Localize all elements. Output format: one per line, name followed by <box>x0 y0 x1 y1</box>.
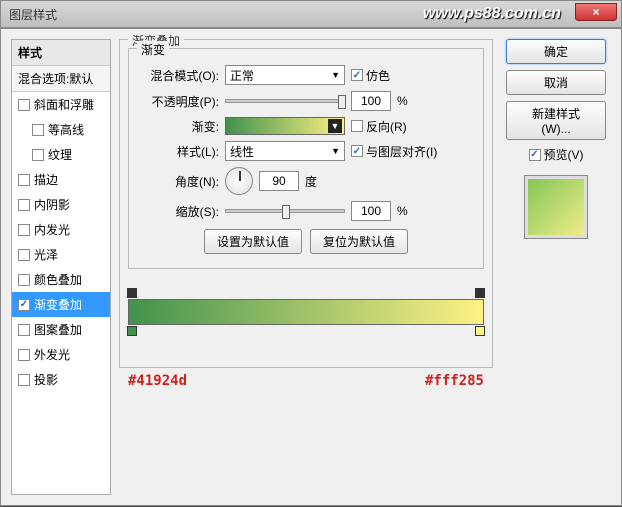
style-item[interactable]: 内阴影 <box>12 192 110 217</box>
dialog-body: 样式 混合选项:默认 斜面和浮雕等高线纹理描边内阴影内发光光泽颜色叠加渐变叠加图… <box>0 28 622 506</box>
align-label: 与图层对齐(I) <box>366 143 437 160</box>
style-item-label: 斜面和浮雕 <box>34 96 94 113</box>
opacity-stop-right[interactable] <box>475 288 485 298</box>
style-item[interactable]: 颜色叠加 <box>12 267 110 292</box>
style-item-label: 内阴影 <box>34 196 70 213</box>
checkbox-icon <box>18 349 30 361</box>
angle-dial[interactable] <box>225 167 253 195</box>
hex-left-label: #41924d <box>128 373 187 389</box>
checkbox-icon <box>18 299 30 311</box>
checkbox-icon <box>18 324 30 336</box>
gradient-overlay-group: 渐变叠加 渐变 混合模式(O): 正常 ▼ 仿色 不透明度(P): <box>119 39 493 368</box>
style-item-label: 外发光 <box>34 346 70 363</box>
gradient-label: 渐变: <box>139 118 219 135</box>
checkbox-icon <box>32 149 44 161</box>
checkbox-icon <box>351 145 363 157</box>
style-item-label: 描边 <box>34 171 58 188</box>
style-item[interactable]: 纹理 <box>12 142 110 167</box>
style-item-label: 纹理 <box>48 146 72 163</box>
gradient-picker[interactable]: ▼ <box>225 117 345 135</box>
dither-label: 仿色 <box>366 67 390 84</box>
checkbox-icon <box>32 124 44 136</box>
style-item[interactable]: 斜面和浮雕 <box>12 92 110 117</box>
scale-slider[interactable] <box>225 209 345 213</box>
ok-button[interactable]: 确定 <box>506 39 606 64</box>
close-button[interactable]: × <box>575 3 617 21</box>
style-item-label: 渐变叠加 <box>34 296 82 313</box>
gradient-bar[interactable] <box>128 299 484 325</box>
preview-swatch <box>524 175 588 239</box>
chevron-down-icon: ▼ <box>328 119 342 133</box>
style-select[interactable]: 线性 ▼ <box>225 141 345 161</box>
center-panel: 渐变叠加 渐变 混合模式(O): 正常 ▼ 仿色 不透明度(P): <box>119 39 493 495</box>
angle-input[interactable]: 90 <box>259 171 299 191</box>
titlebar: 图层样式 www.ps88.com.cn × <box>0 0 622 28</box>
style-item[interactable]: 投影 <box>12 367 110 392</box>
checkbox-icon <box>18 99 30 111</box>
close-icon: × <box>592 5 599 19</box>
checkbox-icon <box>529 149 541 161</box>
dither-checkbox[interactable]: 仿色 <box>351 67 390 84</box>
pct-label: % <box>397 94 408 108</box>
styles-list: 样式 混合选项:默认 斜面和浮雕等高线纹理描边内阴影内发光光泽颜色叠加渐变叠加图… <box>11 39 111 495</box>
style-item[interactable]: 外发光 <box>12 342 110 367</box>
style-item[interactable]: 图案叠加 <box>12 317 110 342</box>
color-stop-right[interactable] <box>475 326 485 336</box>
style-item-label: 投影 <box>34 371 58 388</box>
checkbox-icon <box>18 224 30 236</box>
style-item-label: 内发光 <box>34 221 70 238</box>
style-value: 线性 <box>230 143 254 160</box>
color-stop-left[interactable] <box>127 326 137 336</box>
gradient-group: 渐变 混合模式(O): 正常 ▼ 仿色 不透明度(P): 100 <box>128 48 484 269</box>
checkbox-icon <box>18 174 30 186</box>
opacity-stop-left[interactable] <box>127 288 137 298</box>
opacity-slider[interactable] <box>225 99 345 103</box>
reset-default-button[interactable]: 复位为默认值 <box>310 229 408 254</box>
checkbox-icon <box>18 274 30 286</box>
pct-label: % <box>397 204 408 218</box>
window-title: 图层样式 <box>9 6 57 23</box>
style-item[interactable]: 内发光 <box>12 217 110 242</box>
blend-mode-select[interactable]: 正常 ▼ <box>225 65 345 85</box>
new-style-button[interactable]: 新建样式(W)... <box>506 101 606 140</box>
checkbox-icon <box>18 374 30 386</box>
opacity-label: 不透明度(P): <box>139 93 219 110</box>
preview-label: 预览(V) <box>544 146 584 163</box>
blend-options-default[interactable]: 混合选项:默认 <box>12 66 110 92</box>
right-panel: 确定 取消 新建样式(W)... 预览(V) <box>501 39 611 495</box>
chevron-down-icon: ▼ <box>331 70 340 80</box>
preview-checkbox[interactable]: 预览(V) <box>529 146 584 163</box>
align-checkbox[interactable]: 与图层对齐(I) <box>351 143 437 160</box>
reverse-checkbox[interactable]: 反向(R) <box>351 118 407 135</box>
style-label: 样式(L): <box>139 143 219 160</box>
opacity-input[interactable]: 100 <box>351 91 391 111</box>
style-item[interactable]: 等高线 <box>12 117 110 142</box>
watermark: www.ps88.com.cn <box>423 5 561 23</box>
chevron-down-icon: ▼ <box>331 146 340 156</box>
style-item[interactable]: 渐变叠加 <box>12 292 110 317</box>
blend-mode-value: 正常 <box>230 67 254 84</box>
make-default-button[interactable]: 设置为默认值 <box>204 229 302 254</box>
reverse-label: 反向(R) <box>366 118 407 135</box>
style-item-label: 等高线 <box>48 121 84 138</box>
gradient-editor: #41924d #fff285 <box>128 299 484 359</box>
style-item[interactable]: 光泽 <box>12 242 110 267</box>
scale-input[interactable]: 100 <box>351 201 391 221</box>
style-item-label: 颜色叠加 <box>34 271 82 288</box>
checkbox-icon <box>18 249 30 261</box>
checkbox-icon <box>351 120 363 132</box>
blend-mode-label: 混合模式(O): <box>139 67 219 84</box>
checkbox-icon <box>351 69 363 81</box>
scale-label: 缩放(S): <box>139 203 219 220</box>
style-item-label: 光泽 <box>34 246 58 263</box>
cancel-button[interactable]: 取消 <box>506 70 606 95</box>
style-item[interactable]: 描边 <box>12 167 110 192</box>
checkbox-icon <box>18 199 30 211</box>
hex-right-label: #fff285 <box>425 373 484 389</box>
inner-legend: 渐变 <box>137 41 169 58</box>
angle-label: 角度(N): <box>139 173 219 190</box>
styles-header[interactable]: 样式 <box>12 40 110 66</box>
style-item-label: 图案叠加 <box>34 321 82 338</box>
angle-unit: 度 <box>305 173 317 190</box>
